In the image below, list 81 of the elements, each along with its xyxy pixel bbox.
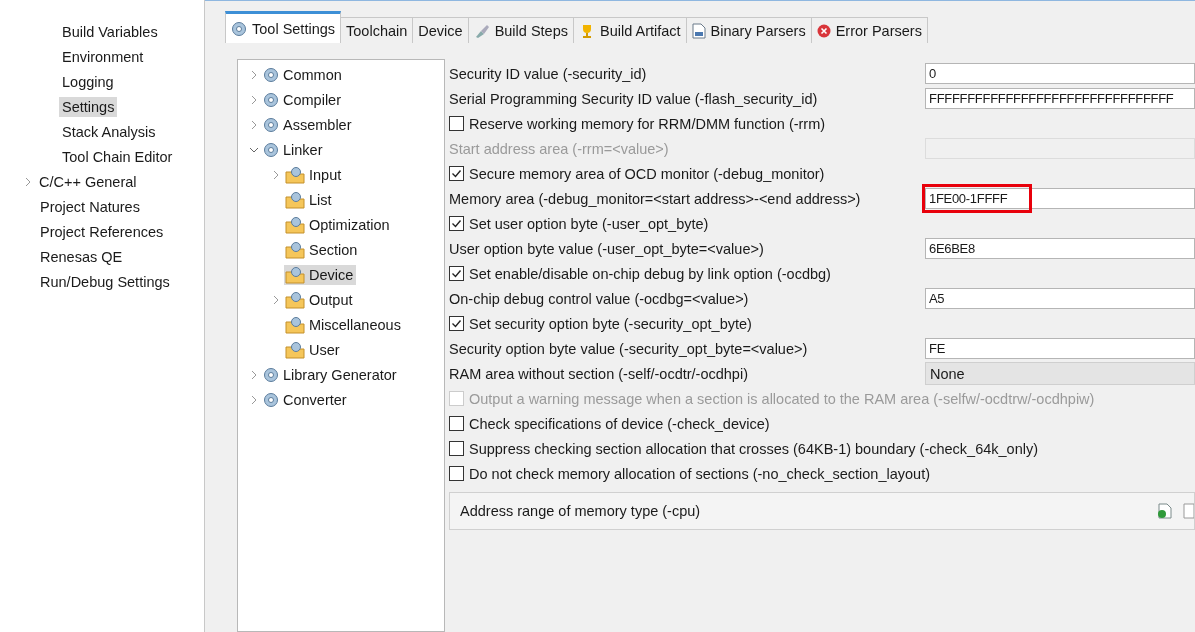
gear-icon xyxy=(263,391,279,408)
folder-gear-icon xyxy=(285,290,305,309)
folder-gear-icon xyxy=(285,265,305,284)
option-label: Serial Programming Security ID value (-flash_security_id) xyxy=(449,90,819,107)
tree-item[interactable]: Converter xyxy=(262,390,350,409)
gear-icon xyxy=(263,366,279,383)
tree-item[interactable]: Section xyxy=(284,239,361,260)
checkbox[interactable] xyxy=(449,116,464,131)
sidebar-item[interactable]: Environment xyxy=(59,46,147,67)
checkbox-label[interactable]: Secure memory area of OCD monitor (-debug_monitor) xyxy=(449,165,825,182)
checkbox[interactable] xyxy=(449,441,464,456)
tree-item[interactable]: Linker xyxy=(262,140,326,159)
sidebar-item[interactable]: Settings xyxy=(59,96,118,117)
gear-icon xyxy=(263,116,279,133)
tree-item[interactable]: Assembler xyxy=(262,115,355,134)
tree-item[interactable]: Miscellaneous xyxy=(284,314,404,335)
checkbox-label[interactable]: Reserve working memory for RRM/DMM function (-rrm) xyxy=(449,115,826,132)
tree-item[interactable]: Output xyxy=(284,289,356,310)
tree-item[interactable]: Library Generator xyxy=(262,365,400,384)
list-title: Address range of memory type (-cpu) xyxy=(460,503,702,519)
folder-gear-icon xyxy=(285,215,305,234)
checkbox-label[interactable]: Suppress checking section allocation that crosses (64KB-1) boundary (-check_64k_only) xyxy=(449,440,1039,457)
option-label: User option byte value (-user_opt_byte=<value>) xyxy=(449,240,765,257)
sidebar-item[interactable]: Project References xyxy=(37,221,167,242)
folder-gear-icon xyxy=(285,315,305,334)
option-label: RAM area without section (-self/-ocdtr/-ocdhpi) xyxy=(449,365,749,382)
input-field[interactable]: FFFFFFFFFFFFFFFFFFFFFFFFFFFFFFFF xyxy=(925,88,1195,109)
gear-icon xyxy=(231,20,247,37)
folder-gear-icon xyxy=(285,165,305,184)
tree-item[interactable]: Common xyxy=(262,65,345,84)
checkbox-label[interactable]: Set security option byte (-security_opt_byte) xyxy=(449,315,752,332)
gear-icon xyxy=(263,141,279,158)
checkbox[interactable] xyxy=(449,416,464,431)
sidebar-item[interactable]: C/C++ General xyxy=(36,171,140,192)
checkbox-label[interactable]: Set user option byte (-user_opt_byte) xyxy=(449,215,709,232)
tree-item[interactable]: Input xyxy=(284,164,345,185)
error-icon xyxy=(816,23,831,38)
dropdown[interactable]: None xyxy=(925,362,1195,385)
tree-item[interactable]: User xyxy=(284,339,343,360)
option-label: Start address area (-rrm=<value>) xyxy=(449,140,670,157)
sidebar-item[interactable]: Tool Chain Editor xyxy=(59,146,176,167)
add-item-icon[interactable] xyxy=(1156,502,1174,520)
tree-item[interactable]: List xyxy=(284,189,335,210)
sidebar-item[interactable]: Logging xyxy=(59,71,117,92)
checkbox[interactable] xyxy=(449,216,464,231)
checkbox-label[interactable]: Do not check memory allocation of sections (-no_check_section_layout) xyxy=(449,465,930,482)
tab[interactable]: Error Parsers xyxy=(810,17,928,43)
binary-file-icon xyxy=(691,22,706,39)
brush-icon xyxy=(473,22,490,39)
checkbox-label[interactable]: Check specifications of device (-check_device) xyxy=(449,415,770,432)
checkbox[interactable] xyxy=(449,166,464,181)
option-label: Security ID value (-security_id) xyxy=(449,65,648,82)
input-field[interactable]: FE xyxy=(925,338,1195,359)
input-field[interactable]: 6E6BE8 xyxy=(925,238,1195,259)
option-label: On-chip debug control value (-ocdbg=<value>) xyxy=(449,290,750,307)
input-field[interactable]: 0 xyxy=(925,63,1195,84)
checkbox[interactable] xyxy=(449,266,464,281)
tab[interactable]: Tool Settings xyxy=(225,11,342,43)
checkbox[interactable] xyxy=(449,316,464,331)
sidebar-item[interactable]: Project Natures xyxy=(37,196,143,217)
tree-item[interactable]: Device xyxy=(284,264,357,285)
option-label: Memory area (-debug_monitor=<start address>-<end address>) xyxy=(449,190,862,207)
gear-icon xyxy=(263,66,279,83)
checkmark-icon xyxy=(451,168,462,179)
checkbox-label[interactable]: Set enable/disable on-chip debug by link option (-ocdbg) xyxy=(449,265,831,282)
checkmark-icon xyxy=(451,218,462,229)
checkmark-icon xyxy=(451,318,462,329)
folder-gear-icon xyxy=(285,190,305,209)
checkmark-icon xyxy=(451,268,462,279)
gear-icon xyxy=(263,91,279,108)
checkbox[interactable] xyxy=(449,466,464,481)
input-field[interactable]: A5 xyxy=(925,288,1195,309)
option-label: Security option byte value (-security_opt_byte=<value>) xyxy=(449,340,809,357)
sidebar-item[interactable]: Renesas QE xyxy=(37,246,126,267)
sidebar-item[interactable]: Build Variables xyxy=(59,21,161,42)
tree-item[interactable]: Compiler xyxy=(262,90,344,109)
folder-gear-icon xyxy=(285,340,305,359)
folder-gear-icon xyxy=(285,240,305,259)
sidebar-item[interactable]: Run/Debug Settings xyxy=(37,271,173,292)
sidebar-item[interactable]: Stack Analysis xyxy=(59,121,159,142)
tree-item[interactable]: Optimization xyxy=(284,214,393,235)
